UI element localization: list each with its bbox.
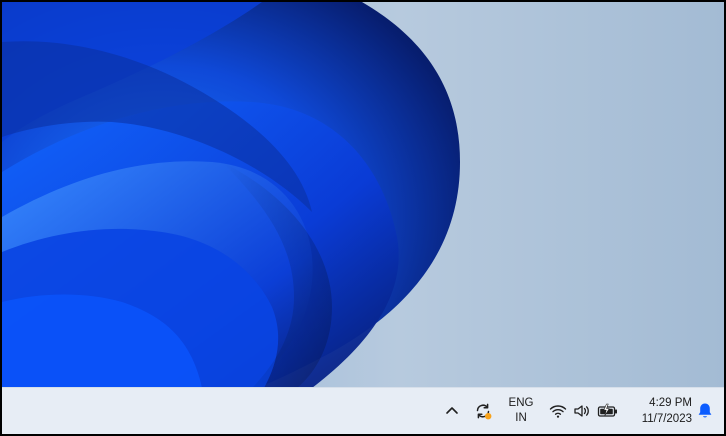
wallpaper xyxy=(2,2,724,388)
wifi-icon xyxy=(549,403,567,419)
language-label: ENG xyxy=(508,397,534,409)
desktop: ENG IN 4:29 PM 11/7/2023 xyxy=(0,0,726,436)
taskbar: ENG IN 4:29 PM 11/7/2023 xyxy=(2,387,724,434)
clock-date: 11/7/2023 xyxy=(641,413,692,425)
notifications-button[interactable] xyxy=(692,388,718,434)
battery-charging-icon xyxy=(597,403,619,419)
clock-time: 4:29 PM xyxy=(649,397,692,409)
language-indicator-button[interactable]: ENG IN xyxy=(502,388,540,434)
volume-icon xyxy=(573,403,591,419)
bell-icon xyxy=(698,403,712,418)
chevron-up-icon xyxy=(446,407,458,414)
alert-dot xyxy=(485,413,492,420)
sync-status-button[interactable] xyxy=(470,388,496,434)
show-hidden-icons-button[interactable] xyxy=(440,388,464,434)
input-region-label: IN xyxy=(515,412,527,424)
clock-button[interactable]: 4:29 PM 11/7/2023 xyxy=(628,388,692,434)
quick-settings-button[interactable] xyxy=(546,388,622,434)
sync-icon xyxy=(476,403,492,420)
